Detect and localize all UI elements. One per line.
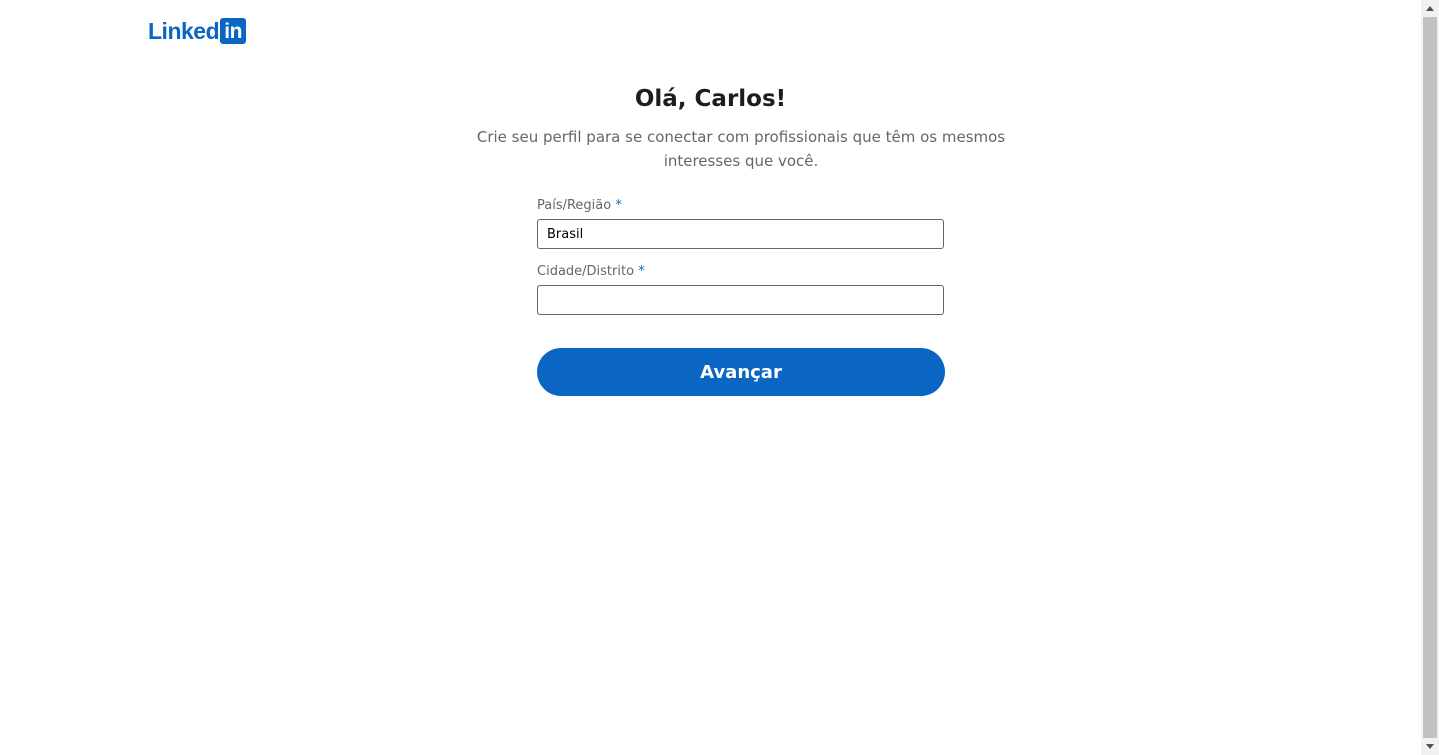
vertical-scrollbar[interactable]	[1421, 0, 1439, 755]
next-button[interactable]: Avançar	[537, 348, 945, 396]
required-marker: *	[615, 198, 622, 213]
required-marker: *	[638, 264, 645, 279]
linkedin-logo[interactable]: Linked in	[148, 18, 247, 44]
scroll-up-arrow-icon[interactable]	[1421, 0, 1439, 17]
logo-wordmark: Linked	[148, 18, 220, 44]
city-field: Cidade/Distrito *	[537, 263, 945, 315]
scrollbar-thumb[interactable]	[1423, 17, 1437, 738]
city-label: Cidade/Distrito *	[537, 263, 945, 281]
country-label-text: País/Região	[537, 198, 612, 213]
country-field: País/Região *	[537, 197, 945, 249]
page-title: Olá, Carlos!	[634, 86, 787, 112]
city-input[interactable]	[537, 285, 944, 315]
profile-location-form: País/Região * Cidade/Distrito * Avançar	[537, 197, 945, 396]
scroll-down-arrow-icon[interactable]	[1421, 738, 1439, 755]
country-label: País/Região *	[537, 197, 945, 215]
city-label-text: Cidade/Distrito	[537, 264, 635, 279]
country-input[interactable]	[537, 219, 944, 249]
logo-in-box: in	[220, 18, 247, 44]
page-subtitle: Crie seu perfil para se conectar com pro…	[476, 128, 1006, 170]
page: Linked in Olá, Carlos! Crie seu perfil p…	[0, 0, 1439, 755]
